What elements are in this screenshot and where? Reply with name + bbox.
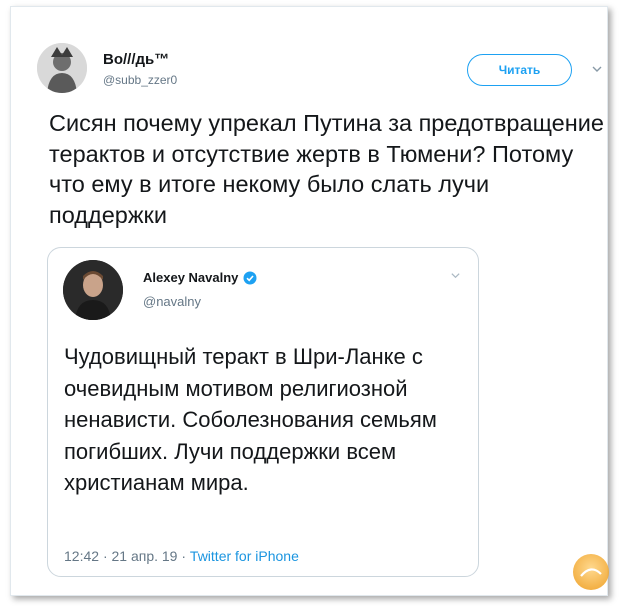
meta-separator: ·	[102, 548, 108, 564]
tweet-time: 12:42	[64, 548, 100, 564]
display-name[interactable]: Во///дь™	[103, 51, 169, 68]
meta-separator: ·	[181, 548, 187, 564]
quoted-handle[interactable]: @navalny	[143, 294, 201, 309]
verified-badge-icon	[243, 271, 257, 284]
chevron-down-icon[interactable]	[591, 63, 603, 75]
quoted-display-name[interactable]: Alexey Navalny	[143, 270, 257, 285]
tweet-date: 21 апр. 19	[111, 548, 178, 564]
quoted-name-text: Alexey Navalny	[143, 270, 239, 285]
tweet-text: Сисян почему упрекал Путина за предотвра…	[49, 110, 604, 228]
quoted-avatar[interactable]	[63, 260, 123, 320]
quoted-tweet-text: Чудовищный теракт в Шри-Ланке с очевидны…	[64, 344, 437, 495]
tweet-screenshot-frame: Во///дь™ @subb_zzer0 Читать Сисян почему…	[10, 6, 609, 596]
avatar[interactable]	[37, 43, 87, 93]
tweet-timestamp[interactable]: 12:42 · 21 апр. 19 · Twitter for iPhone	[64, 548, 299, 564]
user-handle[interactable]: @subb_zzer0	[103, 73, 177, 87]
watermark-logo-icon	[573, 554, 609, 590]
quoted-tweet[interactable]: Alexey Navalny @navalny Чудовищный терак…	[47, 247, 479, 577]
chevron-down-icon[interactable]	[450, 270, 461, 281]
follow-button[interactable]: Читать	[467, 54, 572, 86]
tweet-source[interactable]: Twitter for iPhone	[190, 548, 299, 564]
